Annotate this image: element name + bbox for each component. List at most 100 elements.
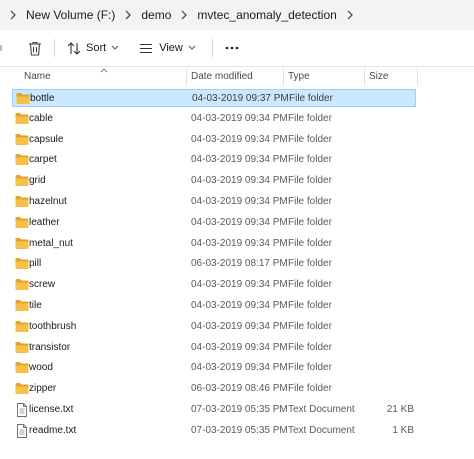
file-row[interactable]: metal_nut 04-03-2019 09:34 PM File folder: [12, 235, 416, 253]
column-divider[interactable]: [364, 68, 365, 86]
file-date-modified: 04-03-2019 09:34 PM: [191, 300, 288, 311]
file-date-modified: 04-03-2019 09:34 PM: [191, 196, 288, 207]
chevron-right-icon[interactable]: [6, 10, 20, 20]
column-size[interactable]: Size: [369, 66, 388, 88]
file-size: 1 KB: [392, 425, 414, 436]
chevron-right-icon[interactable]: [177, 10, 191, 20]
file-row[interactable]: wood 04-03-2019 09:34 PM File folder: [12, 359, 416, 377]
column-name[interactable]: Name: [24, 66, 51, 88]
folder-icon: [15, 257, 29, 271]
file-type: File folder: [288, 279, 332, 290]
file-row[interactable]: license.txt 07-03-2019 05:35 PM Text Docum…: [12, 401, 416, 419]
file-type: File folder: [288, 321, 332, 332]
file-type: File folder: [288, 175, 332, 186]
sort-ascending-icon: [100, 65, 108, 76]
breadcrumb-item-demo[interactable]: demo: [135, 8, 177, 22]
file-name: leather: [29, 217, 60, 228]
file-name: wood: [29, 362, 53, 373]
folder-icon: [16, 92, 30, 106]
breadcrumb: New Volume (F:) demo mvtec_anomaly_detec…: [0, 0, 474, 30]
file-row[interactable]: grid 04-03-2019 09:34 PM File folder: [12, 172, 416, 190]
file-date-modified: 04-03-2019 09:34 PM: [191, 238, 288, 249]
column-date-modified[interactable]: Date modified: [191, 66, 253, 88]
file-type: File folder: [288, 300, 332, 311]
text-file-icon: [16, 403, 30, 417]
file-date-modified: 04-03-2019 09:34 PM: [191, 113, 288, 124]
file-type: File folder: [288, 154, 332, 165]
file-type: File folder: [289, 93, 333, 104]
file-date-modified: 06-03-2019 08:17 PM: [191, 258, 288, 269]
file-date-modified: 07-03-2019 05:35 PM: [191, 404, 288, 415]
file-size: 21 KB: [386, 404, 414, 415]
column-header: Name Date modified Type Size: [0, 66, 474, 88]
breadcrumb-item-current-folder[interactable]: mvtec_anomaly_detection: [191, 8, 342, 22]
file-date-modified: 04-03-2019 09:34 PM: [191, 134, 288, 145]
chevron-right-icon[interactable]: [121, 10, 135, 20]
folder-icon: [15, 237, 29, 251]
file-date-modified: 04-03-2019 09:34 PM: [191, 154, 288, 165]
folder-icon: [15, 153, 29, 167]
file-type: File folder: [288, 258, 332, 269]
sort-label: Sort: [86, 42, 107, 54]
delete-button[interactable]: [22, 35, 48, 61]
file-type: File folder: [288, 238, 332, 249]
folder-icon: [15, 195, 29, 209]
view-list-icon: [139, 43, 153, 54]
sort-button[interactable]: Sort: [61, 35, 125, 61]
file-row[interactable]: leather 04-03-2019 09:34 PM File folder: [12, 214, 416, 232]
view-label: View: [159, 42, 183, 54]
chevron-down-icon: [188, 45, 196, 51]
column-divider[interactable]: [417, 68, 418, 86]
file-type: File folder: [288, 134, 332, 145]
file-name: pill: [29, 258, 42, 269]
file-type: Text Document: [288, 404, 355, 415]
file-row[interactable]: cable 04-03-2019 09:34 PM File folder: [12, 110, 416, 128]
folder-icon: [15, 112, 29, 126]
file-name: hazelnut: [29, 196, 67, 207]
file-name: carpet: [29, 154, 57, 165]
file-type: File folder: [288, 342, 332, 353]
file-type: File folder: [288, 217, 332, 228]
file-type: File folder: [288, 383, 332, 394]
more-options-button[interactable]: [219, 35, 245, 61]
file-row[interactable]: tile 04-03-2019 09:34 PM File folder: [12, 297, 416, 315]
chevron-right-icon[interactable]: [343, 10, 357, 20]
file-name: metal_nut: [29, 238, 73, 249]
file-date-modified: 04-03-2019 09:34 PM: [191, 321, 288, 332]
file-row[interactable]: screw 04-03-2019 09:34 PM File folder: [12, 276, 416, 294]
folder-icon: [15, 133, 29, 147]
file-row[interactable]: toothbrush 04-03-2019 09:34 PM File folder: [12, 318, 416, 336]
breadcrumb-item-volume[interactable]: New Volume (F:): [20, 8, 121, 22]
file-row[interactable]: zipper 06-03-2019 08:46 PM File folder: [12, 380, 416, 398]
file-row[interactable]: transistor 04-03-2019 09:34 PM File folder: [12, 339, 416, 357]
file-row[interactable]: carpet 04-03-2019 09:34 PM File folder: [12, 151, 416, 169]
text-file-icon: [16, 424, 30, 438]
file-date-modified: 04-03-2019 09:37 PM: [192, 93, 289, 104]
sort-icon: [67, 41, 81, 55]
file-name: tile: [29, 300, 42, 311]
view-button[interactable]: View: [133, 35, 202, 61]
file-type: Text Document: [288, 425, 355, 436]
toolbar-separator: [54, 39, 55, 57]
column-divider[interactable]: [186, 68, 187, 86]
file-row[interactable]: hazelnut 04-03-2019 09:34 PM File folder: [12, 193, 416, 211]
file-date-modified: 04-03-2019 09:34 PM: [191, 175, 288, 186]
file-type: File folder: [288, 362, 332, 373]
file-name: license.txt: [29, 404, 74, 415]
file-name: cable: [29, 113, 53, 124]
file-row[interactable]: bottle 04-03-2019 09:37 PM File folder: [12, 89, 416, 107]
file-row[interactable]: readme.txt 07-03-2019 05:35 PM Text Docume…: [12, 422, 416, 440]
file-row[interactable]: pill 06-03-2019 08:17 PM File folder: [12, 255, 416, 273]
file-name: bottle: [30, 93, 55, 104]
file-row[interactable]: capsule 04-03-2019 09:34 PM File folder: [12, 131, 416, 149]
file-date-modified: 07-03-2019 05:35 PM: [191, 425, 288, 436]
column-type[interactable]: Type: [288, 66, 310, 88]
command-bar: Sort View: [0, 30, 474, 67]
file-name: grid: [29, 175, 46, 186]
folder-icon: [15, 174, 29, 188]
column-divider[interactable]: [283, 68, 284, 86]
ellipsis-icon: [225, 46, 239, 50]
folder-icon: [15, 382, 29, 396]
file-name: toothbrush: [29, 321, 77, 332]
file-type: File folder: [288, 196, 332, 207]
